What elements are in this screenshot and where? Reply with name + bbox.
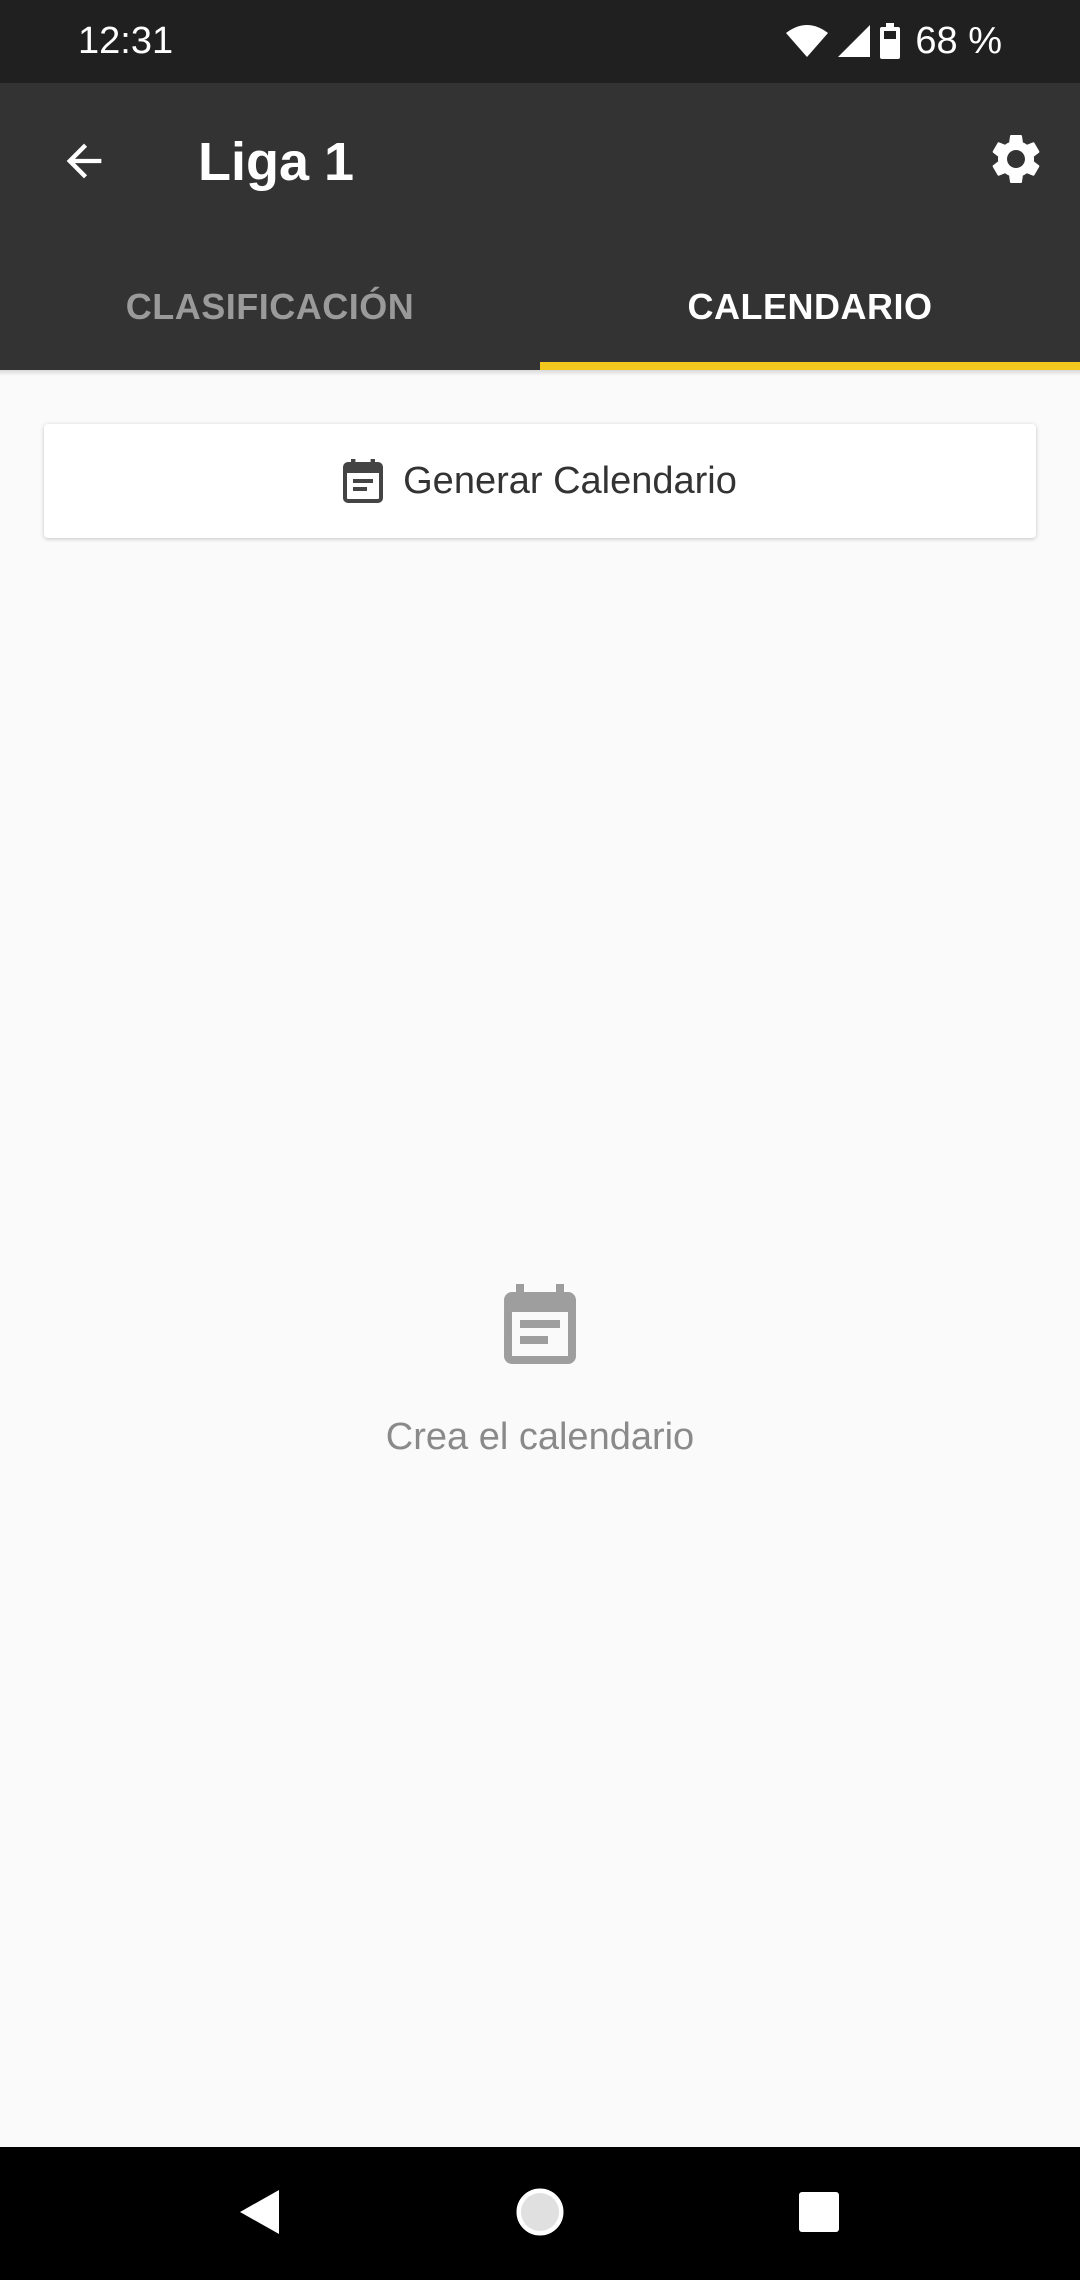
generate-calendar-button[interactable]: Generar Calendario	[44, 424, 1036, 538]
nav-home-button[interactable]	[495, 2169, 585, 2259]
tab-indicator	[540, 362, 1080, 370]
battery-percentage: 68 %	[915, 20, 1002, 62]
tab-calendario[interactable]: CALENDARIO	[540, 243, 1080, 370]
generate-calendar-label: Generar Calendario	[403, 459, 737, 502]
tab-clasificacion[interactable]: CLASIFICACIÓN	[0, 243, 540, 370]
nav-recents-button[interactable]	[774, 2169, 864, 2259]
wifi-icon	[785, 23, 829, 59]
signal-icon	[837, 24, 871, 58]
navigation-bar	[0, 2147, 1080, 2280]
battery-icon	[879, 23, 901, 59]
status-icons: 68 %	[785, 18, 1002, 64]
status-time: 12:31	[78, 20, 174, 62]
empty-state-message: Crea el calendario	[385, 1416, 695, 1458]
gear-icon	[986, 129, 1046, 194]
tab-bar: CLASIFICACIÓN CALENDARIO	[0, 243, 1080, 370]
tabs-shadow	[0, 370, 1080, 376]
calendar-icon	[343, 459, 384, 503]
nav-back-icon	[237, 2188, 281, 2241]
nav-back-button[interactable]	[214, 2169, 304, 2259]
settings-button[interactable]	[968, 113, 1064, 209]
nav-home-icon	[514, 2186, 566, 2243]
arrow-back-icon	[58, 135, 110, 192]
empty-state: Crea el calendario	[0, 1280, 1080, 1459]
tab-label: CLASIFICACIÓN	[125, 285, 415, 327]
status-bar: 12:31 68 %	[0, 0, 1080, 83]
screen: 12:31 68 % Liga 1 CLASIFICACIÓN CALENDAR…	[0, 0, 1080, 2280]
calendar-icon	[492, 1280, 588, 1376]
page-title: Liga 1	[198, 132, 355, 192]
nav-recents-icon	[798, 2191, 840, 2238]
back-button[interactable]	[40, 119, 128, 207]
app-bar: Liga 1	[0, 83, 1080, 243]
tab-label: CALENDARIO	[687, 285, 933, 327]
